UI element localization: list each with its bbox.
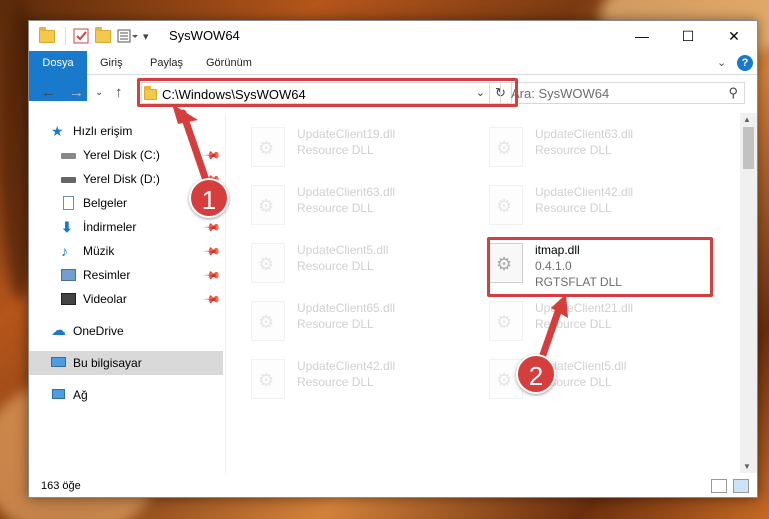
callout-arrows xyxy=(172,104,568,376)
callout-badge-2: 2 xyxy=(516,354,556,394)
callout-badge-1: 1 xyxy=(189,178,229,218)
